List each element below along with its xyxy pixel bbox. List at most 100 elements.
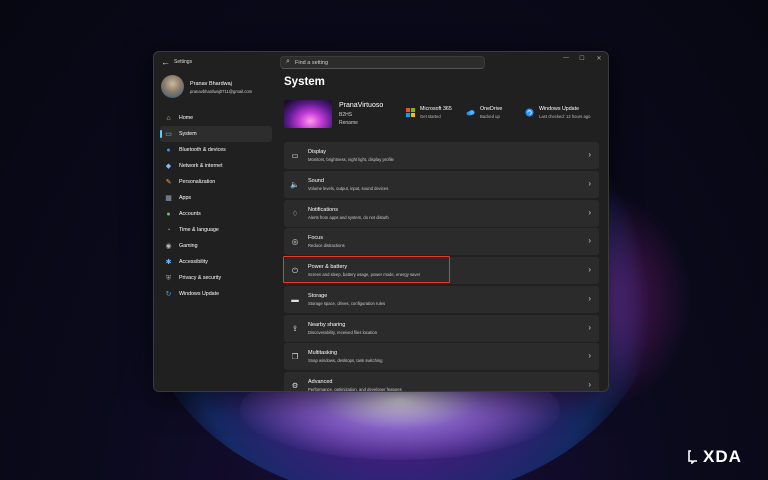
power-icon: ⏻ <box>292 266 298 275</box>
sidebar-item-apps[interactable]: ▦ Apps <box>160 190 272 206</box>
back-button[interactable]: ← <box>161 57 170 67</box>
chevron-right-icon: › <box>588 207 591 217</box>
advanced-icon: ⚙ <box>291 381 299 390</box>
quick-link-subtitle: Get started <box>420 114 441 119</box>
sidebar-item-windows-update[interactable]: ↻ Windows Update <box>160 286 272 302</box>
sidebar-item-label: Windows Update <box>179 291 220 297</box>
sidebar-item-label: Network & internet <box>179 163 223 169</box>
bell-icon: ♢ <box>291 208 299 218</box>
sidebar-item-label: Time & language <box>179 227 219 233</box>
sidebar-item-label: Bluetooth & devices <box>179 147 226 153</box>
speaker-icon: 🔈 <box>290 179 300 189</box>
chevron-right-icon: › <box>588 265 591 274</box>
setting-row-advanced[interactable]: ⚙ Advanced Performance, optimization, and … <box>284 372 599 392</box>
quick-link-title: OneDrive <box>480 106 503 112</box>
sidebar-item-label: Accounts <box>179 211 201 217</box>
setting-title: Power & battery <box>308 264 348 270</box>
windows-update-icon: ↻ <box>165 290 172 298</box>
globe-clock-icon: ◔ <box>166 226 171 234</box>
accounts-icon: ● <box>166 210 171 218</box>
rename-link[interactable]: Rename <box>339 120 358 126</box>
minimize-button[interactable]: — <box>559 55 573 61</box>
accessibility-icon: ✱ <box>165 258 172 266</box>
chevron-right-icon: › <box>588 236 591 246</box>
setting-subtitle: Storage space, drives, configuration rul… <box>308 300 386 306</box>
device-wallpaper-thumbnail <box>284 100 332 128</box>
setting-title: Display <box>308 149 327 155</box>
settings-list: ▭ Display Monitors, brightness, night ligh… <box>284 142 599 392</box>
avatar[interactable] <box>161 75 184 98</box>
sidebar-item-accessibility[interactable]: ✱ Accessibility <box>160 254 272 270</box>
device-banner: PranaVirtuoso B2HS Rename Microsoft 365 … <box>284 98 600 130</box>
setting-row-focus[interactable]: ◎ Focus Reduce distractions › <box>284 228 599 256</box>
sidebar-item-gaming[interactable]: ◉ Gaming <box>160 238 272 254</box>
quick-link-subtitle: Backed up <box>480 114 500 119</box>
setting-subtitle: Snap windows, desktops, task switching <box>308 358 383 364</box>
gamepad-icon: ◉ <box>165 242 172 250</box>
setting-title: Multitasking <box>308 350 338 357</box>
setting-row-power-battery[interactable]: ⏻ Power & battery Screen and sleep, batter… <box>284 257 599 284</box>
setting-title: Advanced <box>308 379 333 385</box>
focus-icon: ◎ <box>291 237 299 247</box>
sidebar-item-time-language[interactable]: ◔ Time & language <box>160 222 272 238</box>
setting-subtitle: Performance, optimization, and developer… <box>308 387 402 392</box>
setting-subtitle: Discoverability, received files location <box>308 329 378 335</box>
profile-email: pranavbhardwaj0711@gmail.com <box>190 89 253 94</box>
brush-icon: ✎ <box>165 178 172 186</box>
sidebar-item-bluetooth-devices[interactable]: ● Bluetooth & devices <box>160 142 272 158</box>
setting-subtitle: Screen and sleep, battery usage, power m… <box>308 272 421 277</box>
sidebar-nav: ⌂ Home ▭ System ● Bluetooth & devices ◆ Network… <box>160 110 272 302</box>
chevron-right-icon: › <box>588 351 591 361</box>
multitasking-icon: ❐ <box>291 352 299 362</box>
setting-row-multitasking[interactable]: ❐ Multitasking Snap windows, desktops, tas… <box>284 343 599 371</box>
setting-title: Nearby sharing <box>308 321 346 328</box>
sidebar-item-network-internet[interactable]: ◆ Network & internet <box>160 158 272 174</box>
xda-watermark: XDA <box>703 447 742 466</box>
main-content: System PranaVirtuoso B2HS Rename Microso… <box>284 72 604 392</box>
system-monitor-icon: ▭ <box>165 130 172 138</box>
shield-icon: ⛨ <box>165 274 172 282</box>
sidebar-item-label: Gaming <box>179 243 198 249</box>
onedrive-cloud-icon <box>466 110 475 116</box>
chevron-right-icon: › <box>588 322 591 332</box>
maximize-button[interactable]: ☐ <box>575 55 589 62</box>
setting-subtitle: Volume levels, output, input, sound devi… <box>308 185 389 191</box>
setting-title: Sound <box>308 177 324 184</box>
chevron-right-icon: › <box>588 293 591 303</box>
setting-row-sound[interactable]: 🔈 Sound Volume levels, output, input, soun… <box>284 170 599 198</box>
bluetooth-icon: ● <box>166 146 171 154</box>
sidebar-item-label: Accessibility <box>179 259 208 265</box>
share-icon: ⇪ <box>291 323 299 333</box>
sidebar-item-system[interactable]: ▭ System <box>160 126 272 142</box>
close-button[interactable]: ✕ <box>592 55 606 62</box>
quick-link-title: Windows Update <box>539 106 580 112</box>
quick-link-subtitle: Last checked: 12 hours ago <box>539 114 591 119</box>
sidebar-item-home[interactable]: ⌂ Home <box>160 110 272 126</box>
chevron-right-icon: › <box>588 178 591 188</box>
sidebar-item-personalization[interactable]: ✎ Personalization <box>160 174 272 190</box>
sidebar-item-accounts[interactable]: ● Accounts <box>160 206 272 222</box>
sidebar-item-label: Privacy & security <box>179 275 222 281</box>
search-box[interactable]: ⌕ <box>280 56 485 69</box>
display-icon: ▭ <box>291 151 299 160</box>
profile-name: Pranav Bhardwaj <box>190 81 232 87</box>
network-icon: ◆ <box>165 162 172 170</box>
quick-link-title: Microsoft 365 <box>420 106 452 112</box>
apps-icon: ▦ <box>165 194 172 202</box>
setting-subtitle: Monitors, brightness, night light, displ… <box>308 157 394 162</box>
sidebar-item-privacy-security[interactable]: ⛨ Privacy & security <box>160 270 272 286</box>
search-input[interactable] <box>295 58 475 68</box>
sidebar-item-label: Personalization <box>179 179 216 185</box>
page-title: System <box>284 76 325 88</box>
settings-window: ← Settings ⌕ — ☐ ✕ Pranav Bhardwaj prana… <box>153 51 609 392</box>
xda-logo-icon <box>688 450 697 464</box>
chevron-right-icon: › <box>588 150 591 159</box>
device-name: PranaVirtuoso <box>339 102 384 109</box>
setting-row-notifications[interactable]: ♢ Notifications Alerts from apps and syste… <box>284 199 599 227</box>
setting-row-display[interactable]: ▭ Display Monitors, brightness, night ligh… <box>284 142 599 169</box>
chevron-right-icon: › <box>588 380 591 389</box>
setting-row-nearby-sharing[interactable]: ⇪ Nearby sharing Discoverability, received… <box>284 314 599 342</box>
setting-row-storage[interactable]: ▬ Storage Storage space, drives, configura… <box>284 285 599 313</box>
sidebar-item-label: Home <box>179 115 194 121</box>
setting-title: Storage <box>308 292 328 299</box>
